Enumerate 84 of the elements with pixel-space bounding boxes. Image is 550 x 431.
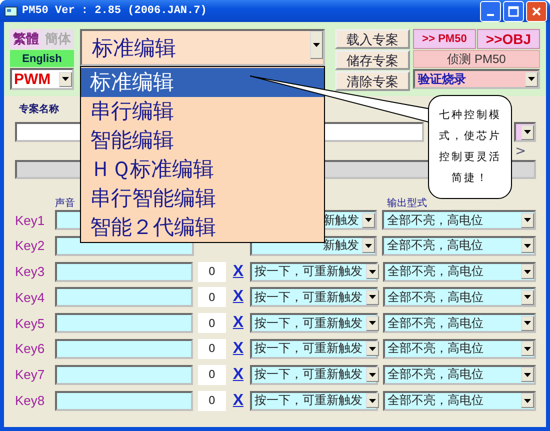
- dropdown-arrow-icon: [524, 295, 531, 300]
- dropdown-arrow-icon: [524, 372, 531, 377]
- project-combo[interactable]: [514, 122, 536, 142]
- project-button[interactable]: 清除专案: [335, 71, 410, 91]
- output-mode-combo[interactable]: 全部不亮，高电位: [382, 287, 536, 308]
- app-icon: [4, 4, 18, 18]
- nav-arrow[interactable]: >: [515, 144, 526, 158]
- count-field[interactable]: 0: [198, 338, 226, 359]
- output-mode-combo[interactable]: 全部不亮，高电位: [382, 210, 536, 230]
- close-button[interactable]: [526, 0, 547, 22]
- dropdown-option[interactable]: 智能编辑: [81, 126, 324, 155]
- mode-combo[interactable]: 标准编辑: [80, 29, 325, 66]
- trigger-mode-combo[interactable]: 按一下，可重新触发: [250, 262, 378, 282]
- trigger-mode-combo[interactable]: 按一下，可重新触发: [250, 338, 378, 359]
- column-header: 输出型式: [387, 196, 427, 210]
- export-button[interactable]: >> PM50: [413, 29, 476, 49]
- dropdown-arrow-icon: [368, 398, 376, 403]
- dropdown-arrow-icon: [313, 43, 320, 47]
- dropdown-arrow-icon: [524, 270, 531, 274]
- key-label: Key6: [15, 341, 46, 356]
- minimize-button[interactable]: [480, 0, 501, 22]
- export-button[interactable]: >>OBJ: [477, 29, 540, 49]
- count-field[interactable]: 0: [198, 364, 226, 385]
- project-button[interactable]: 储存专案: [335, 50, 410, 70]
- dropdown-option[interactable]: 标准编辑: [81, 68, 324, 97]
- callout-text: 七种控制模式，使芯片控制更灵活简捷！: [438, 108, 502, 186]
- dropdown-option[interactable]: ＨＱ标准编辑: [81, 155, 324, 184]
- detect-button[interactable]: 侦测 PM50: [413, 50, 540, 68]
- count-field[interactable]: 0: [198, 262, 226, 282]
- key-label: Key7: [15, 367, 46, 382]
- sound-file-field[interactable]: [54, 338, 194, 359]
- dropdown-arrow-icon: [368, 372, 376, 377]
- dropdown-arrow-icon: [365, 244, 372, 248]
- dropdown-arrow-icon: [528, 77, 535, 81]
- project-name-label: 专案名称: [19, 102, 59, 116]
- count-field[interactable]: 0: [198, 390, 226, 411]
- dropdown-arrow-icon: [524, 346, 531, 351]
- sound-file-field[interactable]: [54, 390, 194, 411]
- output-mode-combo[interactable]: 全部不亮，高电位: [382, 262, 536, 282]
- dropdown-arrow-icon: [524, 218, 531, 222]
- output-mode-combo[interactable]: 全部不亮，高电位: [382, 313, 536, 334]
- dropdown-arrow-icon: [368, 270, 376, 274]
- dropdown-option[interactable]: 串行编辑: [81, 97, 324, 126]
- language-button[interactable]: 繁體: [10, 29, 42, 49]
- output-mode-combo[interactable]: 全部不亮，高电位: [382, 390, 536, 411]
- dropdown-arrow-icon: [62, 77, 69, 81]
- window-title: PM50 Ver : 2.85 (2006.JAN.7): [22, 5, 207, 17]
- dropdown-arrow-icon: [524, 130, 531, 134]
- dropdown-arrow-icon: [368, 295, 376, 300]
- key-label: Key2: [15, 238, 46, 254]
- sound-file-field[interactable]: [54, 364, 194, 385]
- project-button[interactable]: 载入专案: [335, 29, 410, 49]
- count-field[interactable]: 0: [198, 287, 226, 308]
- action-combo[interactable]: 验证烧录: [413, 69, 540, 89]
- sound-file-field[interactable]: [54, 262, 194, 282]
- key-label: Key8: [15, 393, 46, 408]
- dropdown-arrow-icon: [365, 218, 372, 222]
- dropdown-arrow-icon: [524, 321, 531, 326]
- count-field[interactable]: 0: [198, 313, 226, 334]
- column-header: 声音: [55, 196, 75, 210]
- dropdown-arrow-icon: [368, 346, 376, 351]
- close-icon: [531, 6, 542, 16]
- dropdown-arrow-icon: [368, 321, 376, 326]
- key-label: Key4: [15, 290, 46, 305]
- key-label: Key5: [15, 316, 46, 331]
- dropdown-arrow-icon: [524, 244, 531, 248]
- trigger-mode-combo[interactable]: 按一下，可重新触发: [250, 364, 378, 385]
- maximize-button[interactable]: [503, 0, 524, 22]
- key-label: Key3: [15, 264, 46, 280]
- trigger-mode-combo[interactable]: 按一下，可重新触发: [250, 313, 378, 334]
- minimize-icon: [487, 14, 494, 16]
- type-combo[interactable]: PWM: [10, 68, 74, 90]
- trigger-mode-combo[interactable]: 按一下，可重新触发: [250, 287, 378, 308]
- output-mode-combo[interactable]: 全部不亮，高电位: [382, 338, 536, 359]
- sound-file-field[interactable]: [54, 313, 194, 334]
- maximize-icon: [508, 6, 519, 16]
- output-mode-combo[interactable]: 全部不亮，高电位: [382, 364, 536, 385]
- trigger-mode-combo[interactable]: 按一下，可重新触发: [250, 390, 378, 411]
- output-mode-combo[interactable]: 全部不亮，高电位: [382, 236, 536, 256]
- english-button[interactable]: English: [10, 50, 74, 67]
- dropdown-option[interactable]: 串行智能编辑: [81, 184, 324, 213]
- key-label: Key1: [15, 212, 46, 228]
- dropdown-arrow-icon: [524, 398, 531, 403]
- sound-file-field[interactable]: [54, 287, 194, 308]
